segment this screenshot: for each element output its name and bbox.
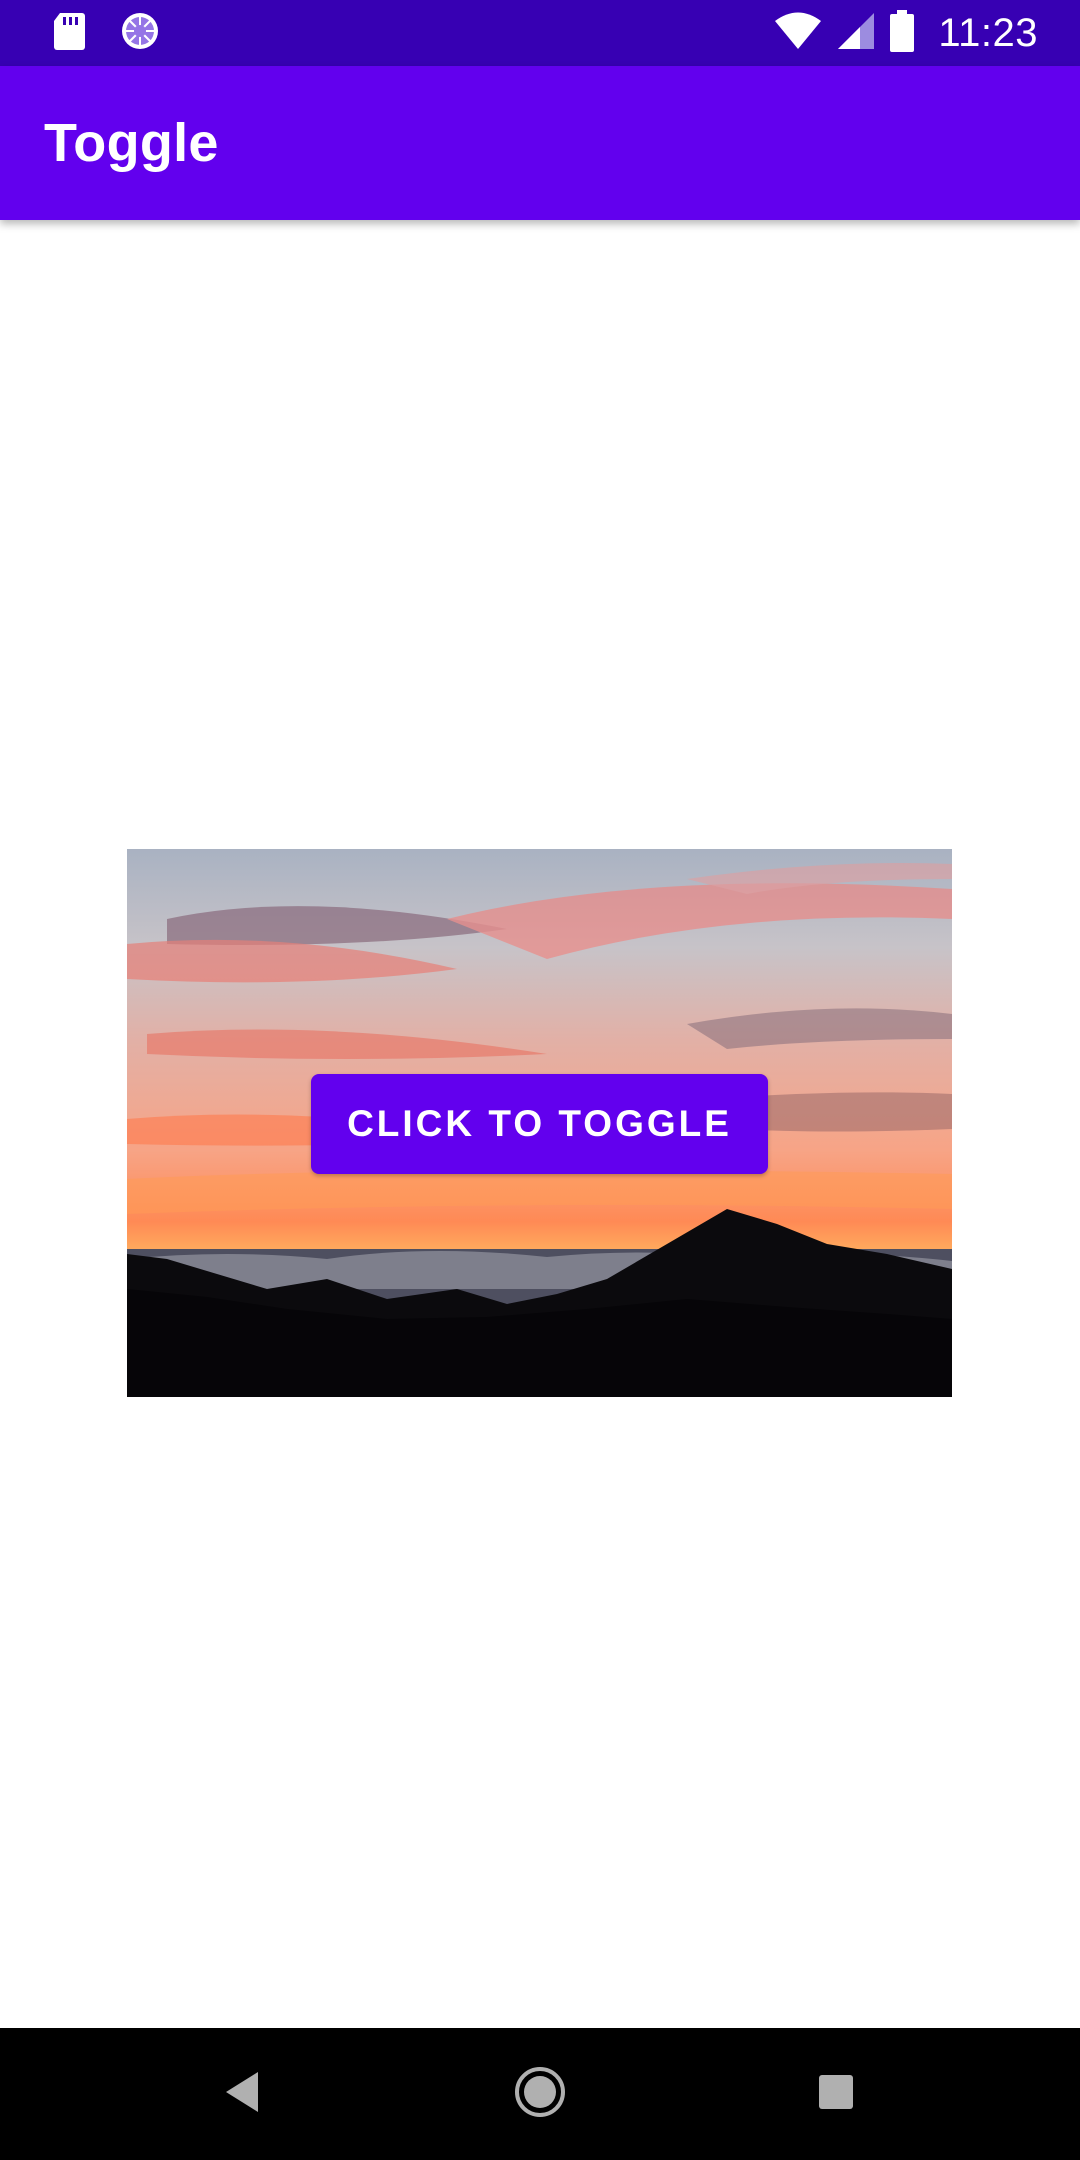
- screen: 11:23 Toggle CLICK TO TOGGLE: [0, 0, 1080, 2160]
- wifi-icon: [774, 12, 822, 55]
- app-bar: Toggle: [0, 66, 1080, 220]
- toggle-button[interactable]: CLICK TO TOGGLE: [311, 1074, 768, 1174]
- battery-icon: [890, 9, 915, 57]
- home-button[interactable]: [500, 2054, 580, 2134]
- status-left-icons: [52, 0, 160, 66]
- sd-card-icon: [52, 11, 86, 56]
- status-time: 11:23: [938, 10, 1038, 55]
- app-title: Toggle: [44, 113, 219, 173]
- status-right-icons: 11:23: [774, 0, 1038, 66]
- back-icon: [222, 2070, 262, 2119]
- main-content: CLICK TO TOGGLE: [0, 220, 1080, 2028]
- sync-circle-icon: [120, 11, 160, 56]
- recents-button[interactable]: [796, 2054, 876, 2134]
- home-icon: [514, 2066, 566, 2123]
- status-bar: 11:23: [0, 0, 1080, 66]
- back-button[interactable]: [202, 2054, 282, 2134]
- navigation-bar: [0, 2028, 1080, 2160]
- cell-signal-icon: [836, 11, 876, 56]
- recents-icon: [818, 2074, 854, 2115]
